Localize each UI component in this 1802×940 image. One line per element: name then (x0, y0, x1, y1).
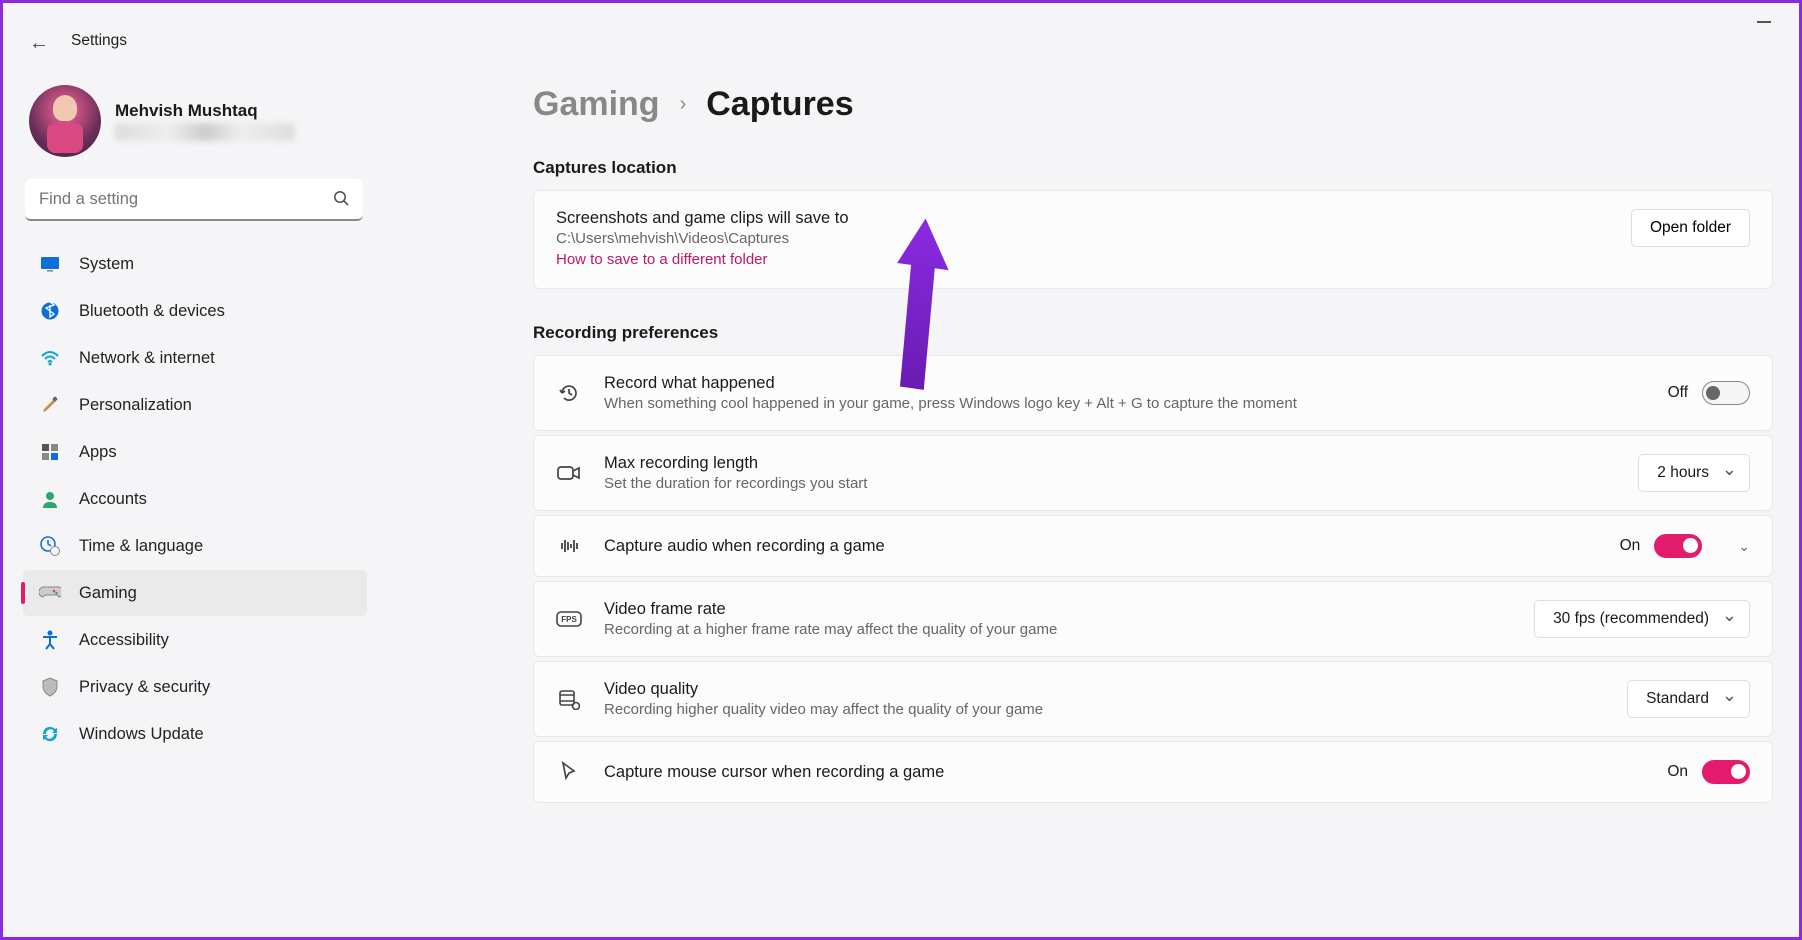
avatar (29, 85, 101, 157)
film-gear-icon (556, 688, 582, 710)
nav-item-network[interactable]: Network & internet (23, 335, 367, 381)
person-icon (39, 489, 61, 509)
nav-item-personalization[interactable]: Personalization (23, 382, 367, 428)
nav-label: Bluetooth & devices (79, 302, 225, 321)
cursor-toggle[interactable] (1702, 760, 1750, 784)
nav-label: Gaming (79, 584, 137, 603)
display-icon (39, 254, 61, 274)
quality-title: Video quality (604, 680, 1605, 699)
video-icon (556, 464, 582, 482)
maxlen-sub: Set the duration for recordings you star… (604, 475, 1616, 492)
svg-text:FPS: FPS (561, 615, 577, 624)
record-toggle[interactable] (1702, 381, 1750, 405)
search-input[interactable] (25, 179, 363, 221)
audio-toggle[interactable] (1654, 534, 1702, 558)
nav-item-windows-update[interactable]: Windows Update (23, 711, 367, 757)
cursor-toggle-label: On (1667, 763, 1688, 781)
sidebar: Mehvish Mushtaq System Bluetooth & devic… (15, 75, 375, 758)
clock-globe-icon (39, 536, 61, 556)
nav-label: Apps (79, 443, 117, 462)
wifi-icon (39, 348, 61, 368)
window-minimize-button[interactable] (1757, 21, 1771, 23)
bluetooth-icon (39, 301, 61, 321)
frate-value: 30 fps (recommended) (1553, 610, 1709, 628)
accessibility-icon (39, 630, 61, 650)
main-content: Gaming › Captures Captures location Scre… (533, 85, 1773, 934)
cursor-icon (556, 761, 582, 783)
record-toggle-label: Off (1668, 384, 1688, 402)
section-captures-location: Captures location (533, 158, 1773, 178)
audio-title: Capture audio when recording a game (604, 537, 1598, 556)
captures-location-card: Screenshots and game clips will save to … (533, 190, 1773, 289)
record-title: Record what happened (604, 374, 1646, 393)
nav-item-time-language[interactable]: Time & language (23, 523, 367, 569)
maxlen-title: Max recording length (604, 454, 1616, 473)
nav-label: Personalization (79, 396, 192, 415)
profile-block[interactable]: Mehvish Mushtaq (15, 75, 375, 179)
quality-select[interactable]: Standard (1627, 680, 1750, 718)
nav-label: Network & internet (79, 349, 215, 368)
nav-label: System (79, 255, 134, 274)
profile-email-redacted (115, 123, 295, 141)
nav-label: Privacy & security (79, 678, 210, 697)
back-button[interactable]: ← (29, 32, 49, 55)
open-folder-button[interactable]: Open folder (1631, 209, 1750, 247)
brush-icon (39, 395, 61, 415)
audio-toggle-label: On (1620, 537, 1641, 555)
location-card-title: Screenshots and game clips will save to (556, 209, 1609, 228)
nav-label: Accounts (79, 490, 147, 509)
video-frame-rate-row[interactable]: FPS Video frame rate Recording at a high… (533, 581, 1773, 657)
search-wrap (25, 179, 363, 221)
max-recording-length-row[interactable]: Max recording length Set the duration fo… (533, 435, 1773, 511)
sync-icon (39, 724, 61, 744)
breadcrumb-parent[interactable]: Gaming (533, 85, 660, 124)
search-icon (333, 190, 349, 211)
capture-cursor-row[interactable]: Capture mouse cursor when recording a ga… (533, 741, 1773, 803)
maxlen-select[interactable]: 2 hours (1638, 454, 1750, 492)
nav-item-accessibility[interactable]: Accessibility (23, 617, 367, 663)
capture-audio-row[interactable]: Capture audio when recording a game On ⌄ (533, 515, 1773, 577)
video-quality-row[interactable]: Video quality Recording higher quality v… (533, 661, 1773, 737)
nav-item-system[interactable]: System (23, 241, 367, 287)
chevron-down-icon[interactable]: ⌄ (1738, 538, 1750, 555)
nav-label: Time & language (79, 537, 203, 556)
window-title: Settings (71, 32, 127, 50)
nav-item-accounts[interactable]: Accounts (23, 476, 367, 522)
profile-name: Mehvish Mushtaq (115, 101, 295, 121)
record-what-happened-row[interactable]: Record what happened When something cool… (533, 355, 1773, 431)
section-recording-preferences: Recording preferences (533, 323, 1773, 343)
frate-title: Video frame rate (604, 600, 1512, 619)
apps-icon (39, 442, 61, 462)
page-title: Captures (706, 85, 853, 124)
gamepad-icon (39, 583, 61, 603)
history-icon (556, 382, 582, 404)
cursor-title: Capture mouse cursor when recording a ga… (604, 763, 1645, 782)
nav-label: Accessibility (79, 631, 169, 650)
frate-sub: Recording at a higher frame rate may aff… (604, 621, 1512, 638)
nav: System Bluetooth & devices Network & int… (15, 241, 375, 757)
nav-item-bluetooth[interactable]: Bluetooth & devices (23, 288, 367, 334)
frate-select[interactable]: 30 fps (recommended) (1534, 600, 1750, 638)
different-folder-link[interactable]: How to save to a different folder (556, 251, 1609, 268)
nav-item-apps[interactable]: Apps (23, 429, 367, 475)
nav-label: Windows Update (79, 725, 204, 744)
nav-item-privacy[interactable]: Privacy & security (23, 664, 367, 710)
quality-sub: Recording higher quality video may affec… (604, 701, 1605, 718)
location-path: C:\Users\mehvish\Videos\Captures (556, 230, 1609, 247)
fps-icon: FPS (556, 611, 582, 627)
quality-value: Standard (1646, 690, 1709, 708)
breadcrumb: Gaming › Captures (533, 85, 1773, 124)
record-sub: When something cool happened in your gam… (604, 395, 1646, 412)
chevron-right-icon: › (680, 93, 687, 116)
nav-item-gaming[interactable]: Gaming (23, 570, 367, 616)
audio-wave-icon (556, 537, 582, 555)
maxlen-value: 2 hours (1657, 464, 1709, 482)
shield-icon (39, 677, 61, 697)
